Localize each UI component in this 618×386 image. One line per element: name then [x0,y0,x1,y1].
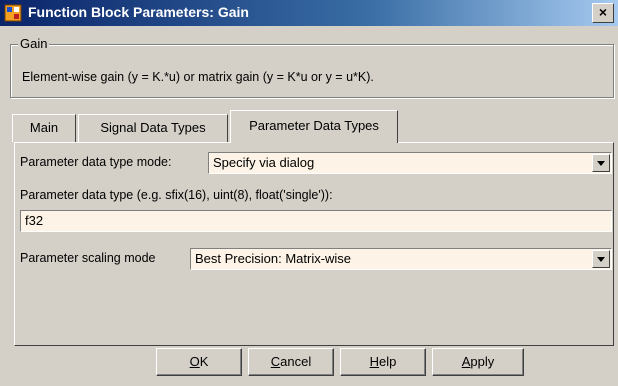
ok-label-rest: K [199,354,209,369]
dialog-window: Function Block Parameters: Gain × Gain E… [0,0,618,386]
parameter-type-value: f32 [25,213,44,228]
parameter-mode-value: Specify via dialog [213,155,315,170]
chevron-down-icon[interactable] [592,154,610,172]
help-label-rest: elp [379,354,397,369]
cancel-accel: C [270,354,281,369]
close-icon: × [598,4,608,20]
chevron-down-icon[interactable] [592,250,610,268]
parameter-mode-dropdown[interactable]: Specify via dialog [208,152,612,174]
tab-signal-data-types-label: Signal Data Types [100,120,206,135]
title-bar[interactable]: Function Block Parameters: Gain × [0,0,618,26]
cancel-button[interactable]: Cancel [248,348,334,376]
tab-signal-data-types[interactable]: Signal Data Types [78,114,228,142]
block-description: Element-wise gain (y = K.*u) or matrix g… [22,70,374,84]
scaling-mode-label: Parameter scaling mode [20,251,156,265]
scaling-mode-value: Best Precision: Matrix-wise [195,251,352,266]
close-button[interactable]: × [592,3,614,23]
help-button[interactable]: Help [340,348,426,376]
window-title: Function Block Parameters: Gain [28,4,249,20]
ok-accel: O [189,354,200,369]
tab-main-label: Main [29,120,59,135]
groupbox-title: Gain [18,36,50,51]
cancel-label-rest: ancel [280,354,312,369]
apply-button[interactable]: Apply [432,348,524,376]
parameter-type-field[interactable]: f32 [20,210,612,232]
parameter-mode-label: Parameter data type mode: [20,155,172,169]
apply-label-rest: pply [470,354,495,369]
tab-parameter-data-types-label: Parameter Data Types [249,118,379,133]
parameter-type-label: Parameter data type (e.g. sfix(16), uint… [20,188,333,202]
help-accel: H [369,354,380,369]
ok-button[interactable]: OK [156,348,242,376]
scaling-mode-dropdown[interactable]: Best Precision: Matrix-wise [190,248,612,270]
simulink-block-icon [4,4,22,22]
tab-parameter-data-types[interactable]: Parameter Data Types [230,110,398,143]
tab-main[interactable]: Main [12,114,76,142]
